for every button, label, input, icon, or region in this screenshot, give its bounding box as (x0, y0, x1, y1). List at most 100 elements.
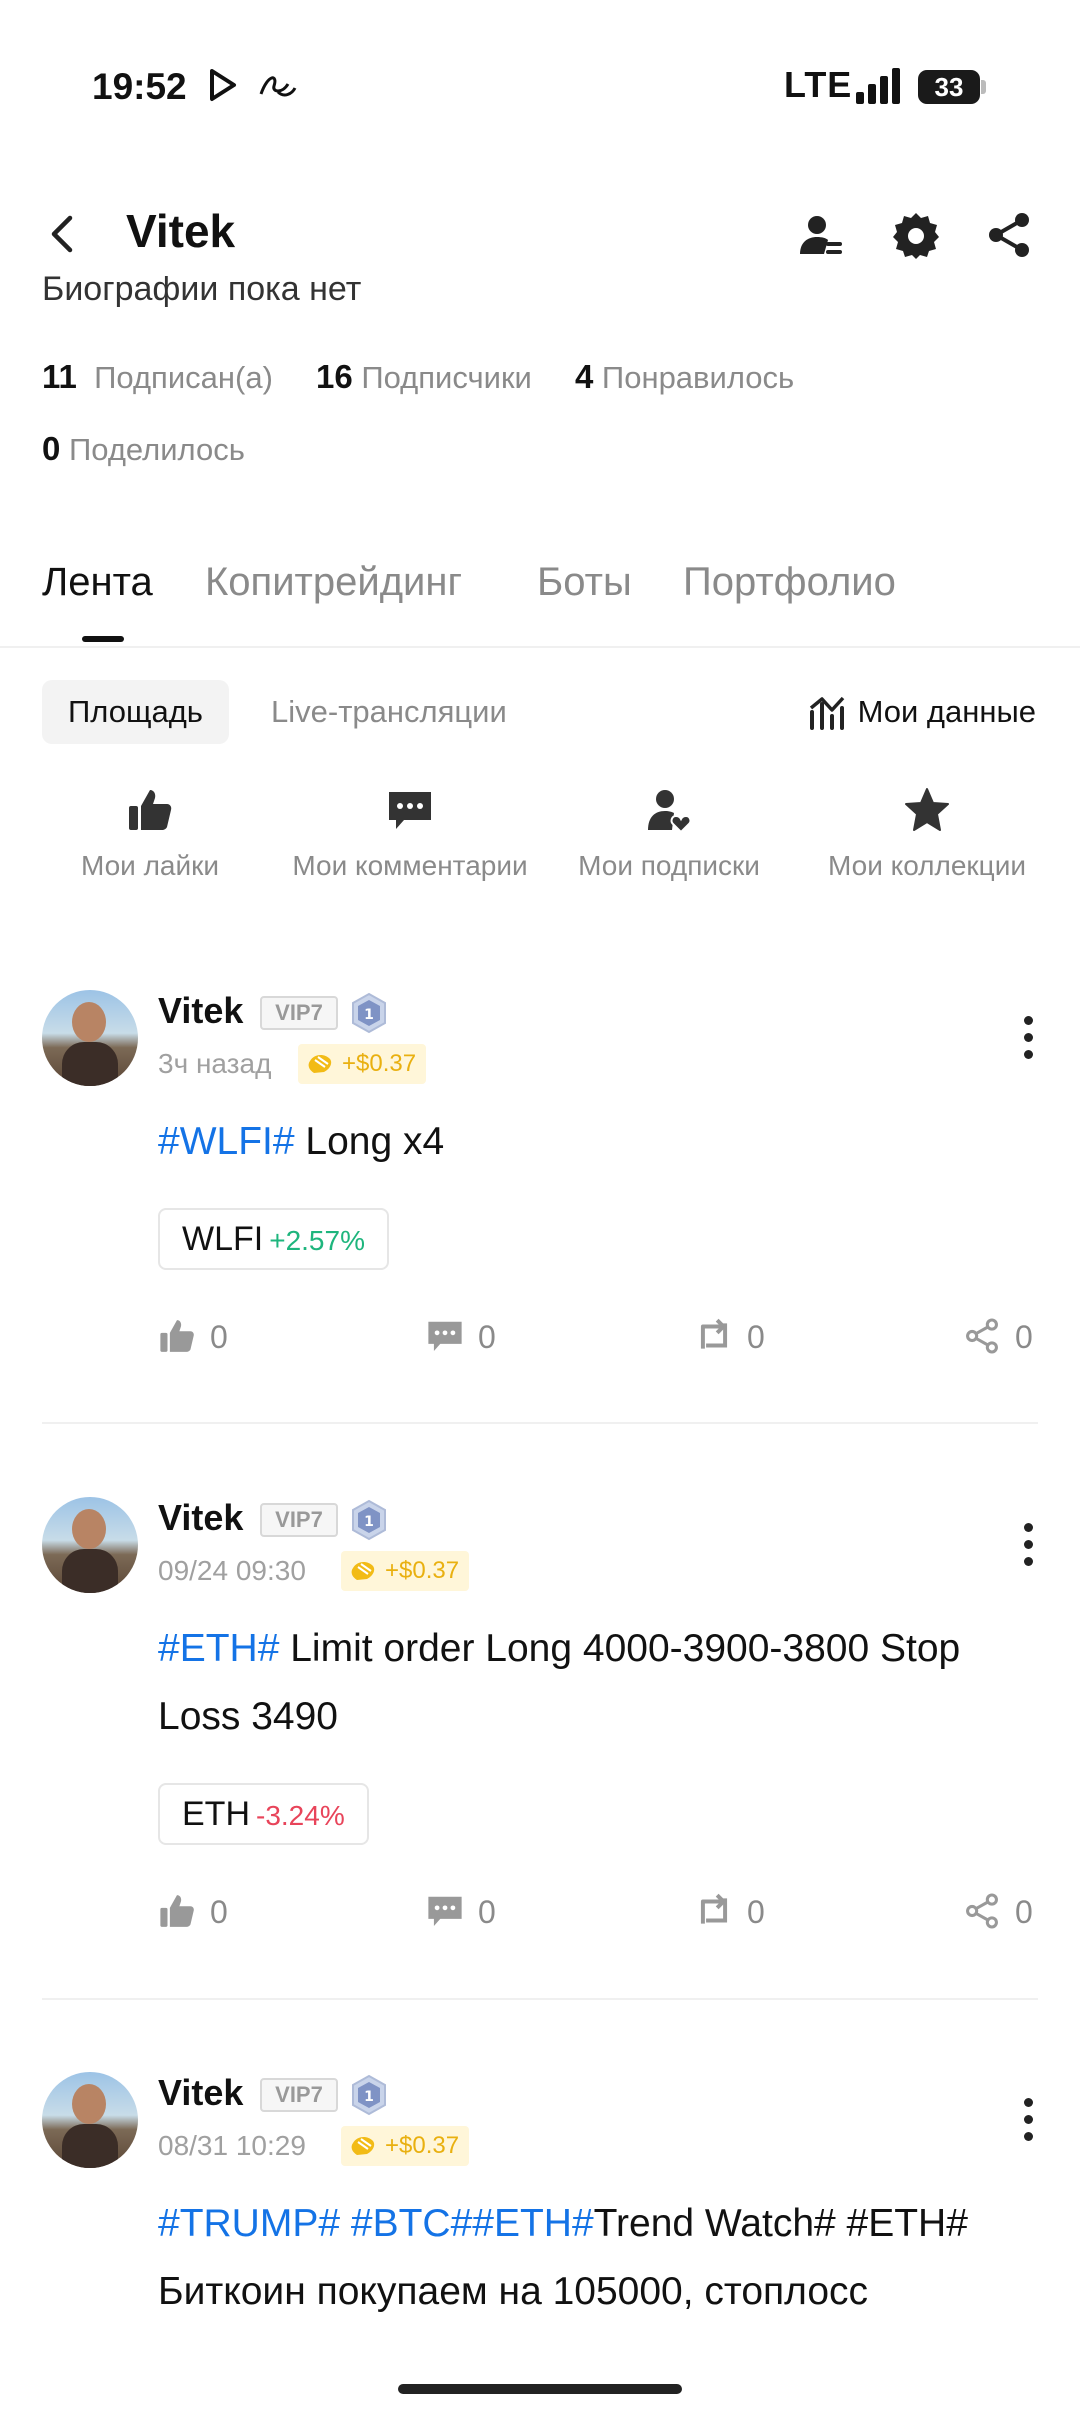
reward-badge: +$0.37 (341, 2126, 470, 2166)
subtab-live[interactable]: Live-трансляции (271, 680, 507, 744)
thumbs-up-icon (129, 790, 172, 830)
more-options-icon[interactable] (1020, 1016, 1036, 1066)
post-actions: 0 0 0 0 (0, 1887, 1080, 1937)
share-icon[interactable] (984, 210, 1034, 260)
level-badge-icon: 1 (352, 992, 386, 1034)
comment-icon (428, 1321, 462, 1352)
tab-bots[interactable]: Боты (537, 560, 632, 605)
post-author[interactable]: Vitek (158, 1497, 243, 1539)
stat-shared[interactable]: 0 Поделилось (42, 430, 245, 467)
post-time: 09/24 09:30 (158, 1555, 306, 1586)
share-icon (966, 1893, 998, 1929)
hashtag-link[interactable]: #ETH# (158, 1627, 279, 1670)
profile-header: Vitek (0, 190, 1080, 280)
avatar[interactable] (42, 1497, 138, 1593)
share-button[interactable]: 0 (963, 1312, 1033, 1362)
profile-stats-row2: 0 Поделилось (42, 430, 245, 468)
battery-level: 33 (918, 70, 980, 104)
repost-button[interactable]: 0 (695, 1887, 765, 1937)
status-bar: 19:52 LTE 33 (0, 0, 1080, 175)
share-button[interactable]: 0 (963, 1887, 1033, 1937)
hashtag-link[interactable]: #WLFI# (158, 1120, 295, 1163)
subtab-square[interactable]: Площадь (42, 680, 229, 744)
svg-text:1: 1 (364, 1007, 374, 1023)
post-time: 3ч назад (158, 1048, 272, 1079)
play-store-icon (210, 69, 236, 101)
app-notification-icon (259, 76, 297, 97)
vip-badge: VIP7 (260, 1503, 338, 1537)
post-author[interactable]: Vitek (158, 2072, 243, 2114)
bottom-mask (0, 2340, 1080, 2424)
battery-tip (981, 80, 986, 94)
post-author[interactable]: Vitek (158, 990, 243, 1032)
my-likes-button[interactable]: Мои лайки (20, 786, 280, 882)
user-settings-icon[interactable] (796, 210, 846, 260)
my-collections-button[interactable]: Мои коллекции (797, 786, 1057, 882)
post-divider (42, 1422, 1038, 1424)
my-comments-button[interactable]: Мои комментарии (280, 786, 540, 882)
like-button[interactable]: 0 (158, 1887, 228, 1937)
tab-feed[interactable]: Лента (42, 560, 153, 605)
reward-badge: +$0.37 (298, 1044, 427, 1084)
post-text-cutoff: Биткоин покупаем на 105000, стоплосс (158, 2270, 869, 2313)
stat-followers[interactable]: 16 Подписчики (316, 358, 532, 395)
avatar[interactable] (42, 2072, 138, 2168)
stat-liked[interactable]: 4 Понравилось (575, 358, 794, 395)
svg-text:1: 1 (364, 2089, 374, 2105)
post-content: #ETH# Limit order Long 4000-3900-3800 St… (158, 1627, 961, 1738)
comment-icon (389, 792, 431, 829)
repost-icon (700, 1893, 728, 1924)
active-tab-indicator (82, 636, 124, 642)
hashtag-link[interactable]: #BTC# (340, 2202, 472, 2245)
post-content: #TRUMP# #BTC##ETH#Trend Watch# #ETH# Бит… (158, 2202, 968, 2313)
comment-icon (428, 1896, 462, 1927)
reward-badge: +$0.37 (341, 1551, 470, 1591)
star-icon (905, 788, 949, 831)
post-divider (42, 1998, 1038, 2000)
repost-button[interactable]: 0 (695, 1312, 765, 1362)
post-actions: 0 0 0 0 (0, 1312, 1080, 1362)
my-data-button[interactable]: Мои данные (808, 680, 1036, 744)
vip-badge: VIP7 (260, 996, 338, 1030)
level-badge-icon: 1 (352, 2074, 386, 2116)
like-button[interactable]: 0 (158, 1312, 228, 1362)
profile-bio: Биографии пока нет (42, 276, 362, 308)
tab-portfolio[interactable]: Портфолио (683, 560, 896, 605)
ticker-chip[interactable]: WLFI +2.57% (158, 1208, 389, 1270)
more-options-icon[interactable] (1020, 2098, 1036, 2148)
hashtag-link[interactable]: #ETH# (472, 2202, 593, 2245)
post: Vitek VIP7 1 3ч назад +$0.37 #WLFI# Long… (0, 990, 1080, 1390)
comment-button[interactable]: 0 (426, 1312, 496, 1362)
vip-badge: VIP7 (260, 2078, 338, 2112)
profile-tabs: Лента Копитрейдинг Боты Портфолио (42, 560, 1042, 620)
chart-icon (809, 696, 844, 730)
my-subscriptions-button[interactable]: Мои подписки (539, 786, 799, 882)
tab-copytrading[interactable]: Копитрейдинг (205, 560, 462, 605)
thumbs-up-icon (160, 1895, 194, 1927)
thumbs-up-icon (160, 1320, 194, 1352)
page-title: Vitek (126, 205, 236, 257)
level-badge-icon: 1 (352, 1499, 386, 1541)
svg-text:1: 1 (364, 1514, 374, 1530)
share-icon (966, 1318, 998, 1354)
signal-icon (856, 68, 900, 104)
ticker-chip[interactable]: ETH -3.24% (158, 1783, 369, 1845)
hashtag-link[interactable]: #TRUMP# (158, 2202, 340, 2245)
profile-stats: 11 Подписан(а) 16 Подписчики 4 Понравило… (42, 358, 794, 396)
tip-icon (351, 1562, 375, 1580)
post: Vitek VIP7 1 09/24 09:30 +$0.37 #ETH# Li… (0, 1497, 1080, 1967)
status-time: 19:52 (92, 66, 187, 107)
tip-icon (308, 1055, 332, 1073)
comment-button[interactable]: 0 (426, 1887, 496, 1937)
back-icon[interactable] (40, 210, 88, 258)
avatar[interactable] (42, 990, 138, 1086)
network-type: LTE (784, 64, 853, 105)
home-indicator[interactable] (398, 2384, 682, 2394)
tip-icon (351, 2137, 375, 2155)
post-content: #WLFI# Long x4 (158, 1120, 445, 1163)
more-options-icon[interactable] (1020, 1523, 1036, 1573)
divider (0, 646, 1080, 648)
gear-icon[interactable] (891, 210, 941, 260)
stat-following[interactable]: 11 Подписан(а) (42, 358, 273, 395)
post-time: 08/31 10:29 (158, 2130, 306, 2161)
